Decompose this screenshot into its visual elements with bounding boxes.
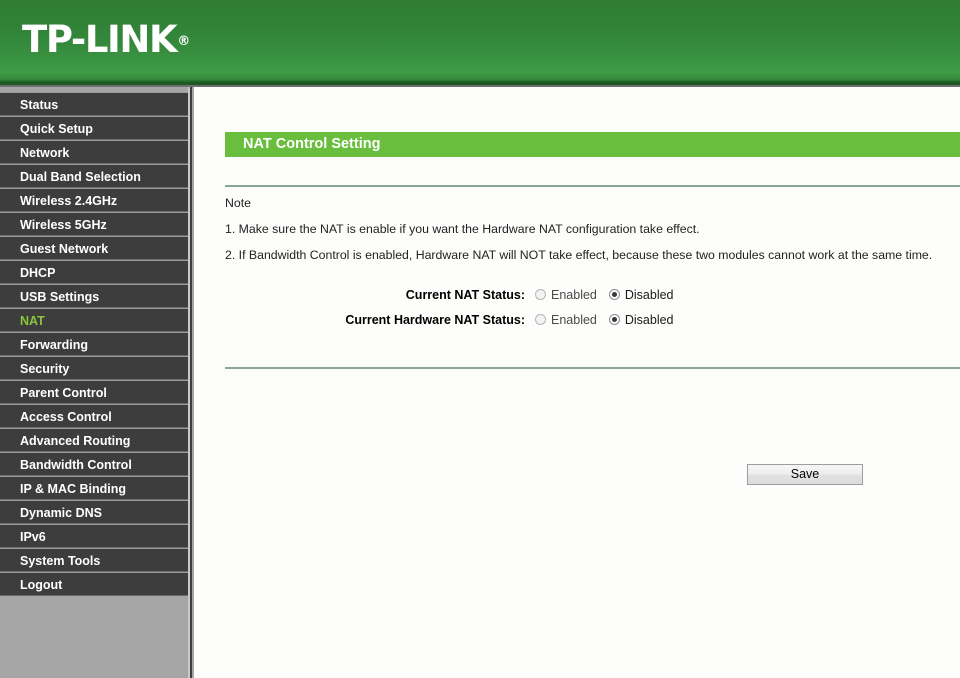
note-line-1: 1. Make sure the NAT is enable if you wa…: [225, 222, 700, 236]
radio-button-icon[interactable]: [535, 314, 546, 325]
sidebar-item-nat[interactable]: NAT: [0, 308, 188, 332]
radio-option-enabled[interactable]: Enabled: [535, 313, 597, 327]
sidebar-item-logout[interactable]: Logout: [0, 572, 188, 596]
sidebar-item-quick-setup[interactable]: Quick Setup: [0, 116, 188, 140]
setting-label: Current Hardware NAT Status:: [345, 312, 525, 327]
page-title: NAT Control Setting: [225, 132, 960, 157]
note-title: Note: [225, 196, 251, 210]
sidebar-item-dhcp[interactable]: DHCP: [0, 260, 188, 284]
note-block: Note 1. Make sure the NAT is enable if y…: [225, 193, 945, 271]
sidebar-item-parent-control[interactable]: Parent Control: [0, 380, 188, 404]
radio-button-icon[interactable]: [608, 314, 620, 325]
radio-option-label: Disabled: [624, 287, 674, 302]
sidebar-item-system-tools[interactable]: System Tools: [0, 548, 188, 572]
sidebar-item-bandwidth-control[interactable]: Bandwidth Control: [0, 452, 188, 476]
sidebar-menu: Status Quick Setup Network Dual Band Select…: [0, 92, 188, 596]
sidebar-divider: [190, 87, 192, 678]
tplink-logo: TP-LINK®: [22, 18, 191, 61]
sidebar-item-advanced-routing[interactable]: Advanced Routing: [0, 428, 188, 452]
sidebar-item-network[interactable]: Network: [0, 140, 188, 164]
main-content: NAT Control Setting Note 1. Make sure th…: [194, 87, 960, 678]
radio-group: Enabled Disabled: [535, 313, 674, 327]
sidebar-item-forwarding[interactable]: Forwarding: [0, 332, 188, 356]
brand-text: TP-LINK: [22, 18, 178, 61]
sidebar-item-status[interactable]: Status: [0, 92, 188, 116]
setting-row: Current Hardware NAT Status: Enabled Disab…: [225, 307, 925, 332]
note-line-2: 2. If Bandwidth Control is enabled, Hard…: [225, 248, 933, 262]
divider-bottom: [225, 367, 960, 369]
radio-button-icon[interactable]: [535, 289, 546, 300]
setting-label: Current NAT Status:: [405, 287, 525, 302]
sidebar-item-dynamic-dns[interactable]: Dynamic DNS: [0, 500, 188, 524]
sidebar-navigation: Status Quick Setup Network Dual Band Select…: [0, 87, 194, 678]
sidebar-item-security[interactable]: Security: [0, 356, 188, 380]
save-button[interactable]: Save: [747, 464, 863, 485]
radio-option-disabled[interactable]: Disabled: [608, 287, 674, 302]
sidebar-item-usb-settings[interactable]: USB Settings: [0, 284, 188, 308]
sidebar-item-guest-network[interactable]: Guest Network: [0, 236, 188, 260]
registered-mark-icon: ®: [177, 34, 191, 49]
sidebar-item-dual-band-selection[interactable]: Dual Band Selection: [0, 164, 188, 188]
page-header: TP-LINK®: [0, 0, 960, 82]
radio-option-label: Enabled: [551, 287, 597, 302]
router-admin-page: TP-LINK® Status Quick Setup Network Dual Ba…: [0, 0, 960, 678]
divider-top: [225, 185, 960, 187]
radio-option-disabled[interactable]: Disabled: [608, 312, 674, 327]
sidebar-item-wireless-5ghz[interactable]: Wireless 5GHz: [0, 212, 188, 236]
radio-option-enabled[interactable]: Enabled: [535, 288, 597, 302]
nat-status-settings: Current NAT Status: Enabled Disabled Curren…: [225, 282, 925, 332]
sidebar-item-ipv6[interactable]: IPv6: [0, 524, 188, 548]
sidebar-item-ip-mac-binding[interactable]: IP & MAC Binding: [0, 476, 188, 500]
radio-group: Enabled Disabled: [535, 288, 674, 302]
setting-row: Current NAT Status: Enabled Disabled: [225, 282, 925, 307]
radio-option-label: Enabled: [551, 312, 597, 327]
radio-option-label: Disabled: [624, 312, 674, 327]
radio-button-icon[interactable]: [608, 289, 620, 300]
sidebar-item-access-control[interactable]: Access Control: [0, 404, 188, 428]
sidebar-item-wireless-2-4ghz[interactable]: Wireless 2.4GHz: [0, 188, 188, 212]
